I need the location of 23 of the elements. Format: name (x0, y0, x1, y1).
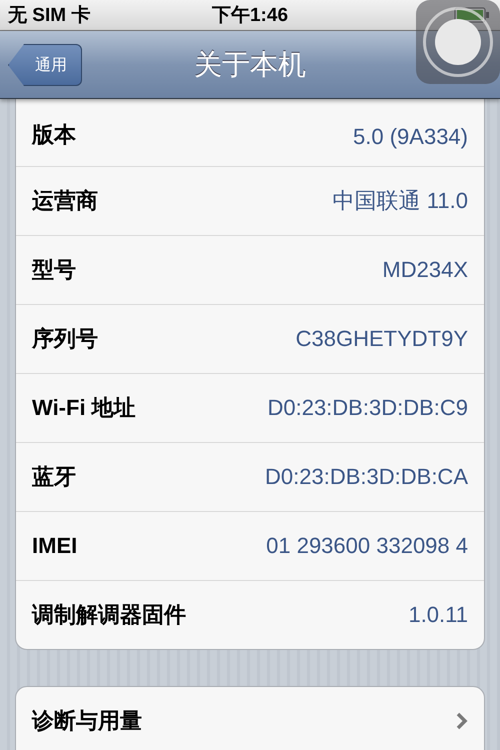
row-label: 版本 (32, 121, 76, 149)
list-item[interactable]: 诊断与用量 (16, 687, 484, 750)
back-button[interactable]: 通用 (8, 44, 82, 86)
carrier-label: 无 SIM 卡 (8, 4, 90, 28)
row-label: IMEI (32, 533, 78, 559)
row-value: 01 293600 332098 4 (266, 533, 468, 559)
assistive-touch-icon[interactable] (416, 0, 500, 84)
row-value: 1.0.11 (408, 602, 468, 628)
row-label: 调制解调器固件 (32, 601, 186, 629)
chevron-icon (456, 712, 468, 730)
row-label: 蓝牙 (32, 463, 76, 491)
row-value: C38GHETYDT9Y (296, 326, 468, 352)
row-value: MD234X (382, 257, 468, 283)
row-label: 序列号 (32, 325, 98, 353)
row-value: D0:23:DB:3D:DB:CA (265, 464, 468, 490)
row-label: 运营商 (32, 187, 98, 215)
row-label: Wi-Fi 地址 (32, 394, 136, 422)
page-title: 关于本机 (194, 48, 306, 82)
row-value: 5.0 (9A334) (353, 124, 468, 150)
clock: 下午1:46 (212, 4, 288, 28)
row-label: 型号 (32, 256, 76, 284)
row-value: D0:23:DB:3D:DB:C9 (267, 395, 468, 421)
row-value: 中国联通 11.0 (332, 187, 468, 215)
